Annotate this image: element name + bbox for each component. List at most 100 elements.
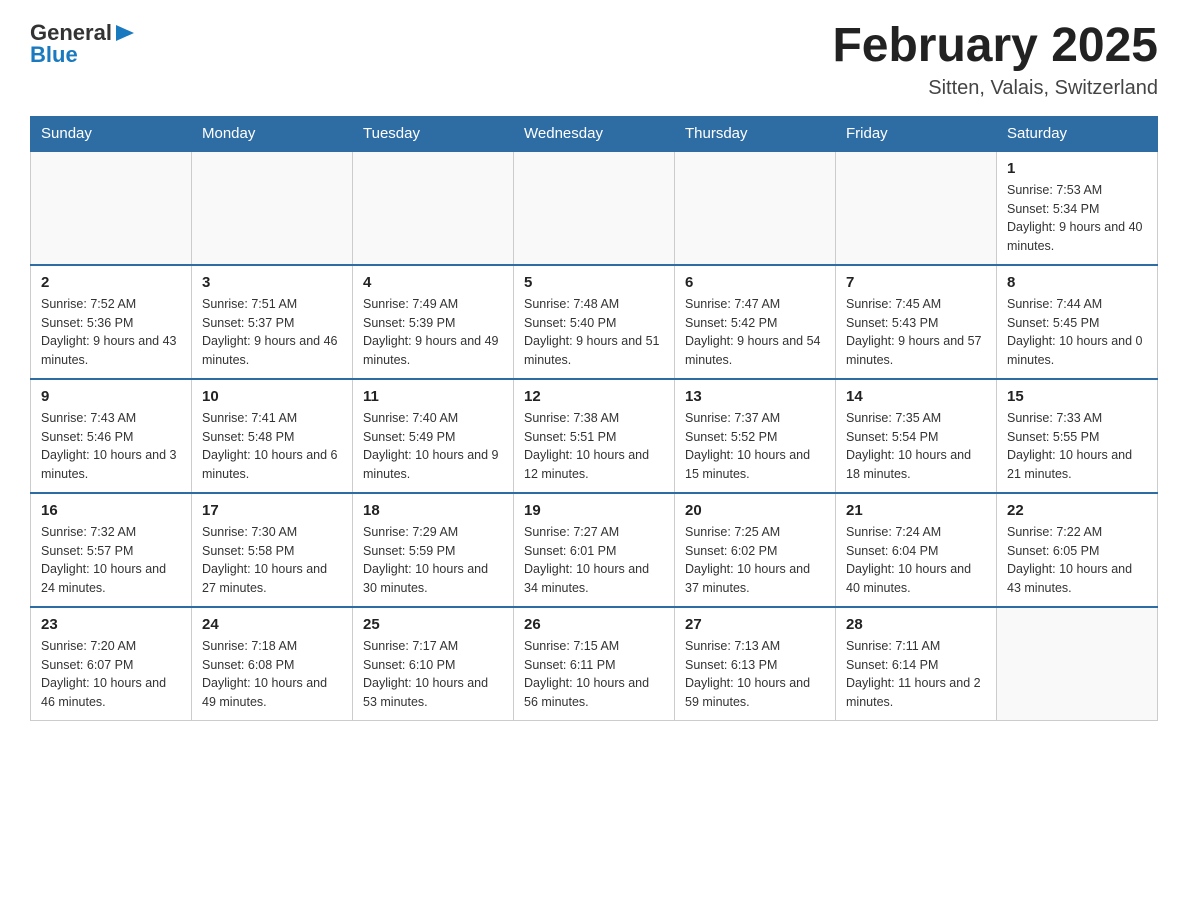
day-number: 16 xyxy=(41,502,181,519)
day-number: 13 xyxy=(685,388,825,405)
week-row-4: 16 Sunrise: 7:32 AM Sunset: 5:57 PM Dayli… xyxy=(31,493,1158,607)
day-info: Sunrise: 7:11 AM Sunset: 6:14 PM Dayligh… xyxy=(846,637,986,712)
day-cell: 11 Sunrise: 7:40 AM Sunset: 5:49 PM Dayli… xyxy=(353,379,514,493)
day-cell: 12 Sunrise: 7:38 AM Sunset: 5:51 PM Dayli… xyxy=(514,379,675,493)
logo-arrow-icon xyxy=(116,25,134,41)
month-title: February 2025 xyxy=(832,20,1158,73)
day-cell: 22 Sunrise: 7:22 AM Sunset: 6:05 PM Dayli… xyxy=(997,493,1158,607)
day-number: 6 xyxy=(685,274,825,291)
header-right: February 2025 Sitten, Valais, Switzerlan… xyxy=(832,20,1158,100)
day-number: 21 xyxy=(846,502,986,519)
column-header-saturday: Saturday xyxy=(997,116,1158,151)
day-cell xyxy=(675,151,836,265)
day-cell: 15 Sunrise: 7:33 AM Sunset: 5:55 PM Dayli… xyxy=(997,379,1158,493)
day-info: Sunrise: 7:47 AM Sunset: 5:42 PM Dayligh… xyxy=(685,295,825,370)
day-cell: 14Sunrise: 7:35 AM Sunset: 5:54 PM Dayli… xyxy=(836,379,997,493)
day-cell: 25Sunrise: 7:17 AM Sunset: 6:10 PM Dayli… xyxy=(353,607,514,721)
day-cell: 8 Sunrise: 7:44 AM Sunset: 5:45 PM Daylig… xyxy=(997,265,1158,379)
week-row-5: 23Sunrise: 7:20 AM Sunset: 6:07 PM Dayli… xyxy=(31,607,1158,721)
column-header-tuesday: Tuesday xyxy=(353,116,514,151)
day-number: 12 xyxy=(524,388,664,405)
day-info: Sunrise: 7:32 AM Sunset: 5:57 PM Dayligh… xyxy=(41,523,181,598)
day-number: 22 xyxy=(1007,502,1147,519)
day-info: Sunrise: 7:45 AM Sunset: 5:43 PM Dayligh… xyxy=(846,295,986,370)
day-info: Sunrise: 7:40 AM Sunset: 5:49 PM Dayligh… xyxy=(363,409,503,484)
page-header: General Blue February 2025 Sitten, Valai… xyxy=(30,20,1158,100)
day-cell: 26 Sunrise: 7:15 AM Sunset: 6:11 PM Dayli… xyxy=(514,607,675,721)
day-info: Sunrise: 7:37 AM Sunset: 5:52 PM Dayligh… xyxy=(685,409,825,484)
day-info: Sunrise: 7:30 AM Sunset: 5:58 PM Dayligh… xyxy=(202,523,342,598)
week-row-2: 2 Sunrise: 7:52 AM Sunset: 5:36 PM Daylig… xyxy=(31,265,1158,379)
day-number: 20 xyxy=(685,502,825,519)
day-cell xyxy=(192,151,353,265)
day-info: Sunrise: 7:41 AM Sunset: 5:48 PM Dayligh… xyxy=(202,409,342,484)
day-cell xyxy=(514,151,675,265)
day-cell: 1 Sunrise: 7:53 AM Sunset: 5:34 PM Daylig… xyxy=(997,151,1158,265)
day-info: Sunrise: 7:51 AM Sunset: 5:37 PM Dayligh… xyxy=(202,295,342,370)
day-number: 3 xyxy=(202,274,342,291)
day-info: Sunrise: 7:52 AM Sunset: 5:36 PM Dayligh… xyxy=(41,295,181,370)
day-cell: 10 Sunrise: 7:41 AM Sunset: 5:48 PM Dayli… xyxy=(192,379,353,493)
week-row-1: 1 Sunrise: 7:53 AM Sunset: 5:34 PM Daylig… xyxy=(31,151,1158,265)
day-number: 18 xyxy=(363,502,503,519)
day-info: Sunrise: 7:18 AM Sunset: 6:08 PM Dayligh… xyxy=(202,637,342,712)
calendar-table: SundayMondayTuesdayWednesdayThursdayFrid… xyxy=(30,116,1158,721)
day-cell xyxy=(997,607,1158,721)
day-number: 26 xyxy=(524,616,664,633)
column-header-monday: Monday xyxy=(192,116,353,151)
day-cell: 2 Sunrise: 7:52 AM Sunset: 5:36 PM Daylig… xyxy=(31,265,192,379)
column-header-wednesday: Wednesday xyxy=(514,116,675,151)
day-cell: 27Sunrise: 7:13 AM Sunset: 6:13 PM Dayli… xyxy=(675,607,836,721)
day-info: Sunrise: 7:33 AM Sunset: 5:55 PM Dayligh… xyxy=(1007,409,1147,484)
day-info: Sunrise: 7:15 AM Sunset: 6:11 PM Dayligh… xyxy=(524,637,664,712)
column-header-friday: Friday xyxy=(836,116,997,151)
day-cell xyxy=(353,151,514,265)
day-info: Sunrise: 7:27 AM Sunset: 6:01 PM Dayligh… xyxy=(524,523,664,598)
day-number: 1 xyxy=(1007,160,1147,177)
day-cell: 20 Sunrise: 7:25 AM Sunset: 6:02 PM Dayli… xyxy=(675,493,836,607)
day-cell: 9Sunrise: 7:43 AM Sunset: 5:46 PM Daylig… xyxy=(31,379,192,493)
day-cell: 17 Sunrise: 7:30 AM Sunset: 5:58 PM Dayli… xyxy=(192,493,353,607)
day-number: 17 xyxy=(202,502,342,519)
day-info: Sunrise: 7:17 AM Sunset: 6:10 PM Dayligh… xyxy=(363,637,503,712)
day-info: Sunrise: 7:48 AM Sunset: 5:40 PM Dayligh… xyxy=(524,295,664,370)
day-cell: 3 Sunrise: 7:51 AM Sunset: 5:37 PM Daylig… xyxy=(192,265,353,379)
day-number: 19 xyxy=(524,502,664,519)
week-row-3: 9Sunrise: 7:43 AM Sunset: 5:46 PM Daylig… xyxy=(31,379,1158,493)
column-header-sunday: Sunday xyxy=(31,116,192,151)
column-header-thursday: Thursday xyxy=(675,116,836,151)
day-number: 15 xyxy=(1007,388,1147,405)
day-info: Sunrise: 7:43 AM Sunset: 5:46 PM Dayligh… xyxy=(41,409,181,484)
day-cell: 21Sunrise: 7:24 AM Sunset: 6:04 PM Dayli… xyxy=(836,493,997,607)
day-cell: 28 Sunrise: 7:11 AM Sunset: 6:14 PM Dayli… xyxy=(836,607,997,721)
day-cell: 24 Sunrise: 7:18 AM Sunset: 6:08 PM Dayli… xyxy=(192,607,353,721)
day-info: Sunrise: 7:35 AM Sunset: 5:54 PM Dayligh… xyxy=(846,409,986,484)
day-cell: 6 Sunrise: 7:47 AM Sunset: 5:42 PM Daylig… xyxy=(675,265,836,379)
day-number: 5 xyxy=(524,274,664,291)
day-info: Sunrise: 7:53 AM Sunset: 5:34 PM Dayligh… xyxy=(1007,181,1147,256)
day-info: Sunrise: 7:44 AM Sunset: 5:45 PM Dayligh… xyxy=(1007,295,1147,370)
day-number: 11 xyxy=(363,388,503,405)
day-number: 24 xyxy=(202,616,342,633)
day-cell: 13 Sunrise: 7:37 AM Sunset: 5:52 PM Dayli… xyxy=(675,379,836,493)
day-info: Sunrise: 7:38 AM Sunset: 5:51 PM Dayligh… xyxy=(524,409,664,484)
day-number: 8 xyxy=(1007,274,1147,291)
calendar-header-row: SundayMondayTuesdayWednesdayThursdayFrid… xyxy=(31,116,1158,151)
location-text: Sitten, Valais, Switzerland xyxy=(832,77,1158,100)
day-cell: 5 Sunrise: 7:48 AM Sunset: 5:40 PM Daylig… xyxy=(514,265,675,379)
day-info: Sunrise: 7:13 AM Sunset: 6:13 PM Dayligh… xyxy=(685,637,825,712)
day-cell xyxy=(31,151,192,265)
day-info: Sunrise: 7:22 AM Sunset: 6:05 PM Dayligh… xyxy=(1007,523,1147,598)
day-cell: 23Sunrise: 7:20 AM Sunset: 6:07 PM Dayli… xyxy=(31,607,192,721)
day-cell: 4Sunrise: 7:49 AM Sunset: 5:39 PM Daylig… xyxy=(353,265,514,379)
day-info: Sunrise: 7:25 AM Sunset: 6:02 PM Dayligh… xyxy=(685,523,825,598)
day-number: 28 xyxy=(846,616,986,633)
day-number: 10 xyxy=(202,388,342,405)
day-number: 2 xyxy=(41,274,181,291)
day-number: 4 xyxy=(363,274,503,291)
day-cell: 16 Sunrise: 7:32 AM Sunset: 5:57 PM Dayli… xyxy=(31,493,192,607)
day-info: Sunrise: 7:20 AM Sunset: 6:07 PM Dayligh… xyxy=(41,637,181,712)
day-cell: 18Sunrise: 7:29 AM Sunset: 5:59 PM Dayli… xyxy=(353,493,514,607)
logo-blue-text: Blue xyxy=(30,42,78,68)
day-cell xyxy=(836,151,997,265)
